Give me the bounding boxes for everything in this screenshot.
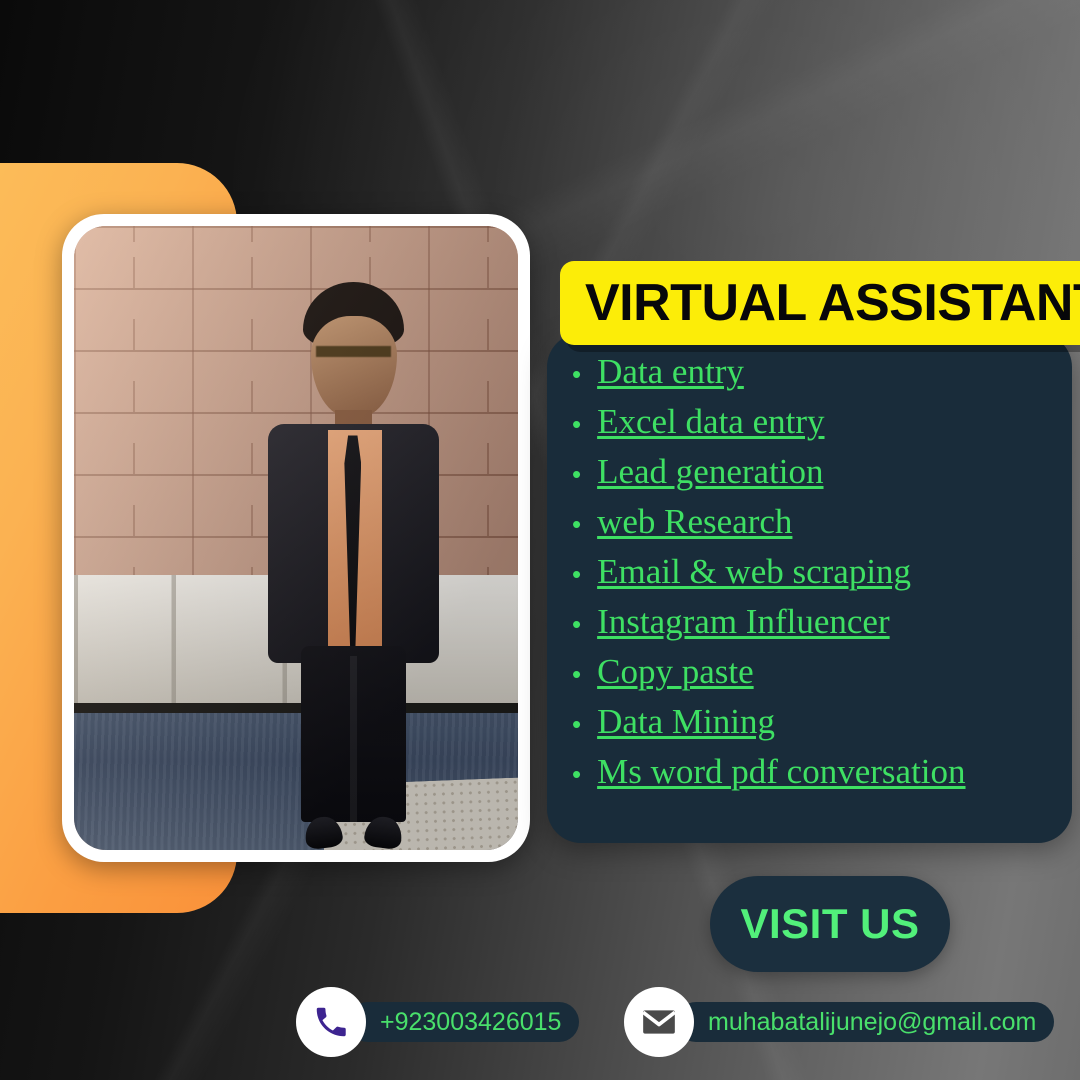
contact-phone[interactable]: +923003426015 <box>296 987 580 1057</box>
list-item: • web Research <box>572 502 1080 552</box>
phone-icon <box>296 987 366 1057</box>
list-item: • Lead generation <box>572 452 1080 502</box>
bullet-icon: • <box>572 459 582 489</box>
service-label: Data entry <box>597 352 744 391</box>
service-label: web Research <box>597 502 793 541</box>
services-list: • Data entry • Excel data entry • Lead g… <box>572 352 1080 802</box>
email-address: muhabatalijunejo@gmail.com <box>708 1007 1037 1036</box>
bullet-icon: • <box>572 409 582 439</box>
list-item: • Data Mining <box>572 702 1080 752</box>
title-banner: VIRTUAL ASSISTANT <box>560 261 1080 345</box>
phone-pill: +923003426015 <box>348 1002 580 1042</box>
visit-us-label: VISIT US <box>740 900 920 947</box>
service-label: Lead generation <box>597 452 824 491</box>
face <box>310 316 397 419</box>
bullet-icon: • <box>572 609 582 639</box>
list-item: • Ms word pdf conversation <box>572 752 1080 802</box>
envelope-icon <box>624 987 694 1057</box>
bullet-icon: • <box>572 359 582 389</box>
profile-photo <box>74 226 518 850</box>
service-label: Ms word pdf conversation <box>597 752 966 791</box>
list-item: • Copy paste <box>572 652 1080 702</box>
profile-photo-frame <box>62 214 530 862</box>
service-label: Copy paste <box>597 652 754 691</box>
trousers <box>301 645 406 822</box>
poster-canvas: VIRTUAL ASSISTANT • Data entry • Excel d… <box>0 0 1080 1080</box>
list-item: • Data entry <box>572 352 1080 402</box>
list-item: • Instagram Influencer <box>572 602 1080 652</box>
service-label: Email & web scraping <box>597 552 912 591</box>
bullet-icon: • <box>572 559 582 589</box>
bullet-icon: • <box>572 759 582 789</box>
bullet-icon: • <box>572 709 582 739</box>
list-item: • Email & web scraping <box>572 552 1080 602</box>
visit-us-button[interactable]: VISIT US <box>710 876 950 972</box>
bullet-icon: • <box>572 509 582 539</box>
page-title: VIRTUAL ASSISTANT <box>585 274 1080 332</box>
service-label: Excel data entry <box>597 402 825 441</box>
contact-email[interactable]: muhabatalijunejo@gmail.com <box>624 987 1055 1057</box>
email-pill: muhabatalijunejo@gmail.com <box>676 1002 1055 1042</box>
bullet-icon: • <box>572 659 582 689</box>
person-figure <box>260 282 446 850</box>
service-label: Instagram Influencer <box>597 602 890 641</box>
phone-number: +923003426015 <box>380 1007 562 1036</box>
list-item: • Excel data entry <box>572 402 1080 452</box>
service-label: Data Mining <box>597 702 775 741</box>
eyes <box>316 345 391 358</box>
